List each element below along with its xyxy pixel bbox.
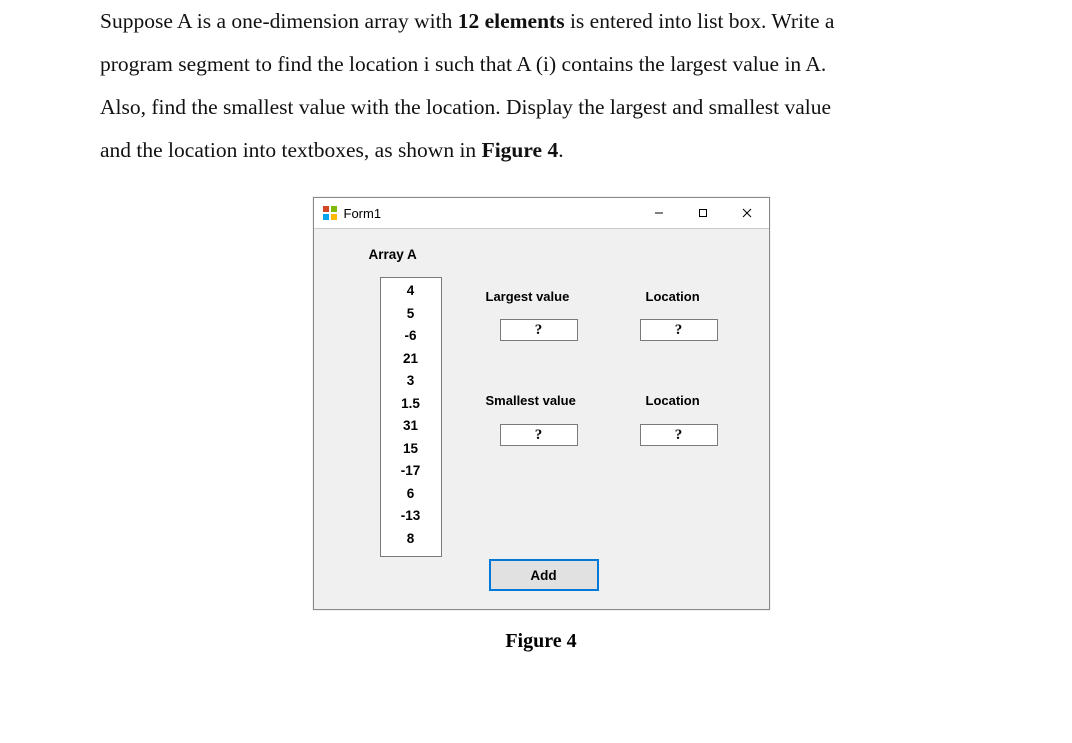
app-window: Form1 Array A 45-62131.53115-176-138 (313, 197, 770, 610)
maximize-button[interactable] (681, 198, 725, 228)
largest-value-label: Largest value (486, 289, 570, 304)
array-a-label: Array A (369, 247, 417, 262)
array-listbox[interactable]: 45-62131.53115-176-138 (380, 277, 442, 557)
list-item[interactable]: 6 (381, 483, 441, 506)
minimize-button[interactable] (637, 198, 681, 228)
list-item[interactable]: 8 (381, 528, 441, 551)
smallest-location-textbox[interactable]: ? (640, 424, 718, 446)
list-item[interactable]: 5 (381, 303, 441, 326)
list-item[interactable]: 3 (381, 370, 441, 393)
window-title: Form1 (344, 206, 637, 221)
smallest-value-textbox[interactable]: ? (500, 424, 578, 446)
smallest-value-label: Smallest value (486, 393, 576, 408)
list-item[interactable]: 21 (381, 348, 441, 371)
titlebar[interactable]: Form1 (314, 198, 769, 229)
smallest-location-label: Location (646, 393, 700, 408)
list-item[interactable]: -6 (381, 325, 441, 348)
question-text: Suppose A is a one-dimension array with … (100, 0, 982, 172)
largest-location-label: Location (646, 289, 700, 304)
form-client-area: Array A 45-62131.53115-176-138 Largest v… (314, 229, 769, 609)
add-button[interactable]: Add (489, 559, 599, 591)
close-button[interactable] (725, 198, 769, 228)
figure-caption: Figure 4 (505, 630, 576, 653)
largest-value-textbox[interactable]: ? (500, 319, 578, 341)
list-item[interactable]: -17 (381, 460, 441, 483)
list-item[interactable]: -13 (381, 505, 441, 528)
list-item[interactable]: 1.5 (381, 393, 441, 416)
list-item[interactable]: 15 (381, 438, 441, 461)
app-icon (322, 205, 338, 221)
list-item[interactable]: 31 (381, 415, 441, 438)
list-item[interactable]: 4 (381, 280, 441, 303)
largest-location-textbox[interactable]: ? (640, 319, 718, 341)
